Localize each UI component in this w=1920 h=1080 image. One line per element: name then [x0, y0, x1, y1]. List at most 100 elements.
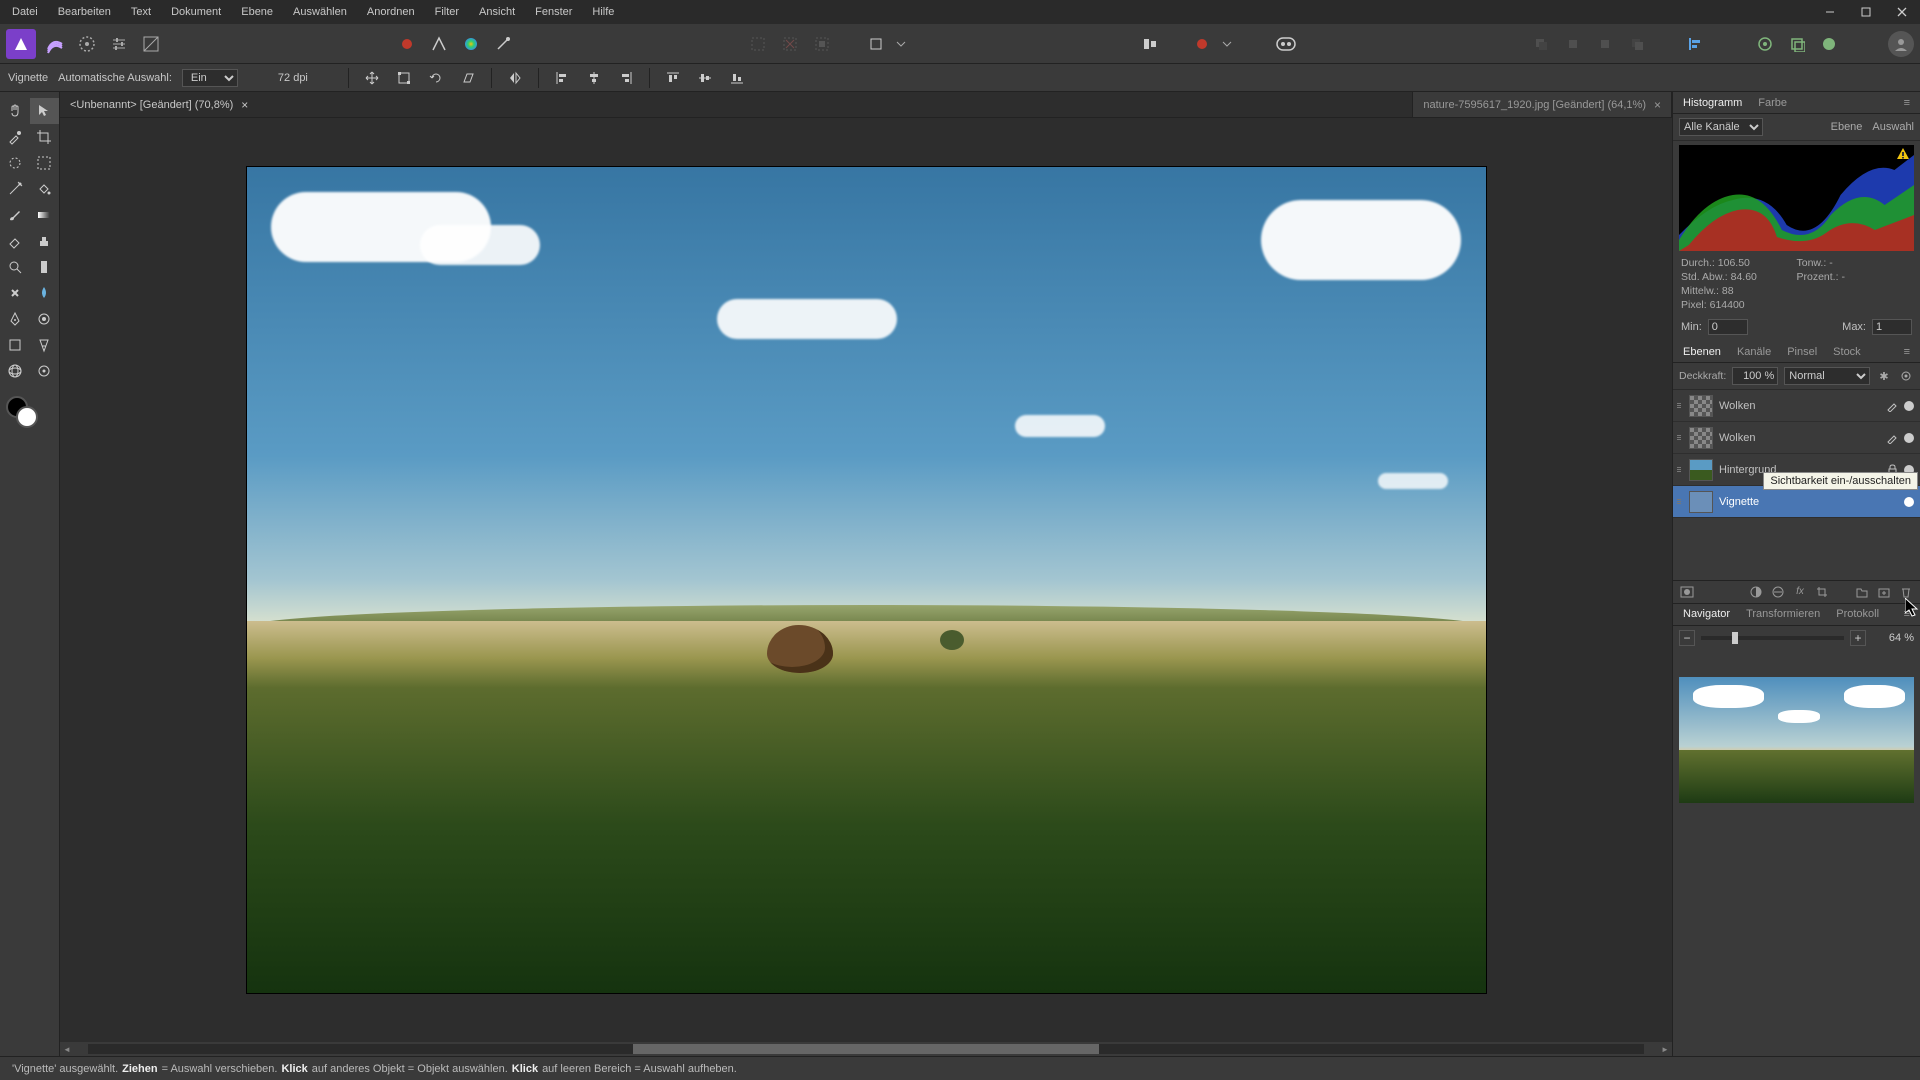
- menu-bearbeiten[interactable]: Bearbeiten: [48, 2, 121, 22]
- hand-tool-icon[interactable]: [0, 98, 30, 124]
- navigator-preview[interactable]: [1679, 677, 1914, 803]
- zoom-in-button[interactable]: +: [1850, 630, 1866, 646]
- min-input[interactable]: [1708, 319, 1748, 335]
- dodge-tool-icon[interactable]: [30, 306, 60, 332]
- flood-select-tool-icon[interactable]: [0, 176, 30, 202]
- align-center-h-icon[interactable]: [583, 67, 605, 89]
- front-color-swatch[interactable]: [16, 406, 38, 428]
- flip-horizontal-icon[interactable]: [504, 67, 526, 89]
- align-left-icon[interactable]: [551, 67, 573, 89]
- marquee-tool-icon[interactable]: [30, 150, 60, 176]
- window-minimize[interactable]: [1812, 0, 1848, 24]
- selection-brush-tool-icon[interactable]: [0, 150, 30, 176]
- text-tool-icon[interactable]: [30, 332, 60, 358]
- menu-hilfe[interactable]: Hilfe: [582, 2, 624, 22]
- add-layer-icon[interactable]: [1876, 584, 1892, 600]
- transform-rotate-icon[interactable]: [425, 67, 447, 89]
- tab-color[interactable]: Farbe: [1752, 94, 1793, 112]
- histo-layer-button[interactable]: Ebene: [1831, 121, 1863, 133]
- close-tab-icon[interactable]: ×: [241, 98, 248, 112]
- edit-icon[interactable]: [1886, 432, 1898, 444]
- add-livefx-icon[interactable]: [1770, 584, 1786, 600]
- gradient-tool-icon[interactable]: [30, 202, 60, 228]
- align-panel-icon[interactable]: [1135, 29, 1165, 59]
- zoom-out-button[interactable]: −: [1679, 630, 1695, 646]
- menu-anordnen[interactable]: Anordnen: [357, 2, 425, 22]
- align-left-toolbar-icon[interactable]: [1680, 29, 1710, 59]
- tab-layers[interactable]: Ebenen: [1677, 343, 1727, 361]
- panel-menu-icon[interactable]: ≡: [1898, 343, 1916, 361]
- persona-tone-icon[interactable]: [136, 29, 166, 59]
- menu-dokument[interactable]: Dokument: [161, 2, 231, 22]
- layer-grip-icon[interactable]: [1675, 467, 1683, 472]
- layer-fx-icon[interactable]: ✱: [1876, 368, 1892, 384]
- add-mask-icon[interactable]: [1679, 584, 1695, 600]
- menu-datei[interactable]: Datei: [2, 2, 48, 22]
- cloud-assets-icon[interactable]: [1782, 29, 1812, 59]
- layer-gear-icon[interactable]: [1898, 368, 1914, 384]
- align-center-v-icon[interactable]: [694, 67, 716, 89]
- align-right-icon[interactable]: [615, 67, 637, 89]
- chevron-down-icon[interactable]: [893, 29, 909, 59]
- document-tab[interactable]: nature-7595617_1920.jpg [Geändert] (64,1…: [1413, 92, 1672, 117]
- tab-history[interactable]: Protokoll: [1830, 605, 1885, 623]
- mesh-tool-icon[interactable]: [0, 358, 30, 384]
- color-red-icon[interactable]: [392, 29, 422, 59]
- eraser-tool-icon[interactable]: [0, 228, 30, 254]
- window-close[interactable]: [1884, 0, 1920, 24]
- blend-mode-dropdown[interactable]: Normal: [1784, 367, 1870, 385]
- transform-move-icon[interactable]: [361, 67, 383, 89]
- document-tab[interactable]: <Unbenannt> [Geändert] (70,8%)×: [60, 92, 1413, 117]
- brush-tool-icon[interactable]: [0, 202, 30, 228]
- histo-select-button[interactable]: Auswahl: [1872, 121, 1914, 133]
- zoom-slider[interactable]: [1701, 636, 1844, 640]
- opacity-input[interactable]: [1732, 367, 1778, 385]
- color-picker-tool-icon[interactable]: [0, 124, 30, 150]
- clone-tool-icon[interactable]: [30, 228, 60, 254]
- delete-layer-icon[interactable]: [1898, 584, 1914, 600]
- color-swatches[interactable]: [0, 392, 59, 436]
- move-tool-icon[interactable]: [30, 98, 60, 124]
- wand-icon[interactable]: [488, 29, 518, 59]
- persona-develop-icon[interactable]: [104, 29, 134, 59]
- close-tab-icon[interactable]: ×: [1654, 98, 1661, 112]
- shape-tool-icon[interactable]: [0, 332, 30, 358]
- persona-photo-icon[interactable]: [40, 29, 70, 59]
- menu-auswählen[interactable]: Auswählen: [283, 2, 357, 22]
- max-input[interactable]: [1872, 319, 1912, 335]
- auto-select-dropdown[interactable]: Ein: [182, 69, 238, 87]
- align-bottom-icon[interactable]: [726, 67, 748, 89]
- cloud-store-icon[interactable]: [1814, 29, 1844, 59]
- menu-filter[interactable]: Filter: [425, 2, 469, 22]
- menu-text[interactable]: Text: [121, 2, 161, 22]
- chevron-down-icon[interactable]: [1219, 29, 1235, 59]
- crop-mode-icon[interactable]: [861, 29, 891, 59]
- visibility-toggle-icon[interactable]: [1904, 433, 1914, 443]
- layer-grip-icon[interactable]: [1675, 403, 1683, 408]
- crop-tool-icon[interactable]: [30, 124, 60, 150]
- tab-transform[interactable]: Transformieren: [1740, 605, 1826, 623]
- menu-fenster[interactable]: Fenster: [525, 2, 582, 22]
- transform-shear-icon[interactable]: [457, 67, 479, 89]
- tab-stock[interactable]: Stock: [1827, 343, 1867, 361]
- blur-tool-icon[interactable]: [30, 280, 60, 306]
- zoom-tool-icon[interactable]: [0, 254, 30, 280]
- healing-tool-icon[interactable]: [0, 280, 30, 306]
- canvas-viewport[interactable]: [60, 118, 1672, 1042]
- layer-row[interactable]: Vignette: [1673, 486, 1920, 518]
- color-wheel-icon[interactable]: [456, 29, 486, 59]
- fx-text-icon[interactable]: fx: [1792, 584, 1808, 600]
- panel-menu-icon[interactable]: ≡: [1898, 94, 1916, 112]
- cloud-sync-icon[interactable]: [1750, 29, 1780, 59]
- edit-icon[interactable]: [1886, 400, 1898, 412]
- transform-scale-icon[interactable]: [393, 67, 415, 89]
- tab-navigator[interactable]: Navigator: [1677, 605, 1736, 623]
- persona-liquify-icon[interactable]: [72, 29, 102, 59]
- tab-channels[interactable]: Kanäle: [1731, 343, 1777, 361]
- tab-brush[interactable]: Pinsel: [1781, 343, 1823, 361]
- channel-dropdown[interactable]: Alle Kanäle: [1679, 118, 1763, 136]
- layer-row[interactable]: Wolken: [1673, 390, 1920, 422]
- fill-tool-icon[interactable]: [30, 176, 60, 202]
- target-tool-icon[interactable]: [30, 358, 60, 384]
- add-adjustment-icon[interactable]: [1748, 584, 1764, 600]
